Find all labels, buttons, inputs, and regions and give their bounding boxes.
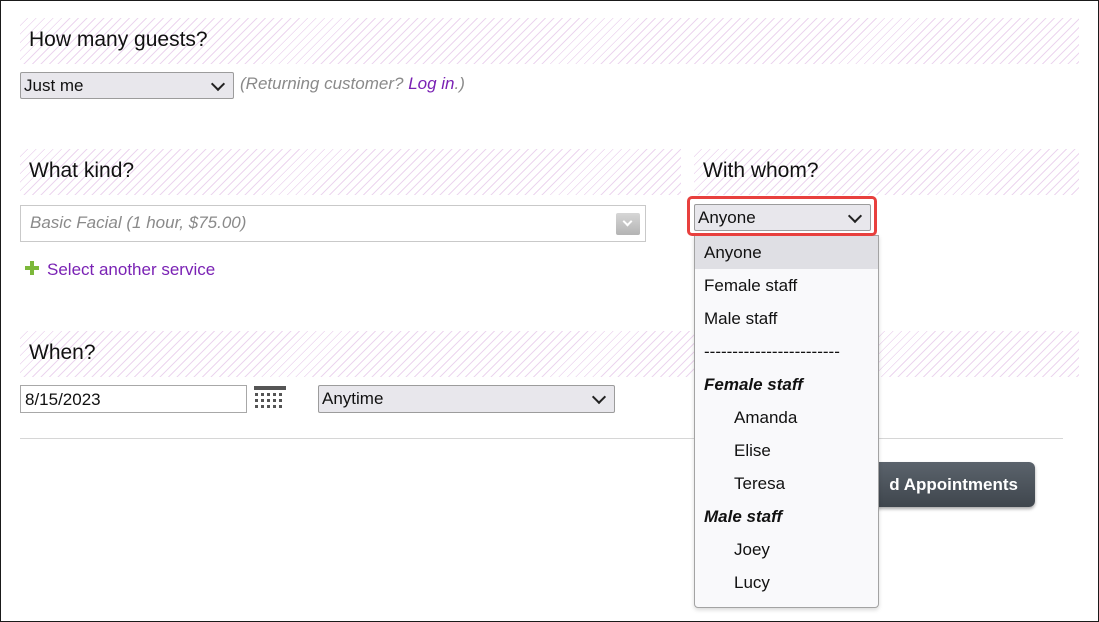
guests-select[interactable]: Just me <box>20 72 234 99</box>
dropdown-option-label: Male staff <box>704 309 778 328</box>
dropdown-group-label: Female staff <box>695 368 878 401</box>
guests-select-value: Just me <box>24 76 84 95</box>
service-dropdown-button[interactable] <box>616 213 640 235</box>
dropdown-option-label: Teresa <box>734 474 786 493</box>
guests-section-header: How many guests? <box>20 18 1079 64</box>
section-divider <box>20 438 1063 439</box>
returning-customer-note: (Returning customer? Log in.) <box>240 74 465 94</box>
returning-suffix: .) <box>454 74 465 93</box>
date-input-value: 8/15/2023 <box>25 390 101 409</box>
dropdown-option[interactable]: Amanda <box>695 401 878 434</box>
time-select-value: Anytime <box>322 389 384 408</box>
staff-section-header: With whom? <box>694 149 1079 195</box>
when-heading: When? <box>29 341 96 364</box>
chevron-down-icon <box>591 389 607 405</box>
dropdown-option-label: Elise <box>734 441 771 460</box>
dropdown-option-label: Anyone <box>704 243 762 262</box>
chevron-down-icon <box>622 216 633 227</box>
plus-icon <box>25 261 39 275</box>
calendar-icon[interactable] <box>254 386 286 412</box>
dropdown-separator: ------------------------ <box>695 335 878 368</box>
service-heading: What kind? <box>29 159 135 182</box>
date-input[interactable]: 8/15/2023 <box>20 385 247 413</box>
dropdown-option-label: Amanda <box>734 408 798 427</box>
dropdown-option[interactable]: Female staff <box>695 269 878 302</box>
dropdown-option-label: Male staff <box>704 507 783 526</box>
login-link[interactable]: Log in <box>408 74 454 93</box>
dropdown-option-label: Lucy <box>734 573 770 592</box>
service-select-value: Basic Facial (1 hour, $75.00) <box>30 213 247 232</box>
dropdown-option[interactable]: Teresa <box>695 467 878 500</box>
dropdown-group-label: Male staff <box>695 500 878 533</box>
staff-heading: With whom? <box>703 159 819 182</box>
booking-form: How many guests? Just me (Returning cust… <box>0 0 1099 622</box>
dropdown-option-label: Joey <box>734 540 770 559</box>
select-another-service-link[interactable]: Select another service <box>47 260 215 280</box>
find-appointments-label: d Appointments <box>889 475 1018 494</box>
staff-dropdown-list: Anyone Female staff Male staff ------------… <box>694 235 879 608</box>
time-select[interactable]: Anytime <box>318 385 615 413</box>
staff-select-highlight <box>687 196 877 236</box>
dropdown-option[interactable]: Elise <box>695 434 878 467</box>
chevron-down-icon <box>210 76 226 92</box>
guests-heading: How many guests? <box>29 28 208 51</box>
dropdown-option[interactable]: Lucy <box>695 566 878 599</box>
dropdown-option-label: Female staff <box>704 276 798 295</box>
service-select[interactable]: Basic Facial (1 hour, $75.00) <box>20 205 646 242</box>
service-section-header: What kind? <box>20 149 681 195</box>
returning-prefix: (Returning customer? <box>240 74 409 93</box>
dropdown-option[interactable]: Male staff <box>695 302 878 335</box>
when-section-header: When? <box>20 331 1079 377</box>
dropdown-option[interactable]: Joey <box>695 533 878 566</box>
dropdown-option-label: ------------------------ <box>704 342 840 361</box>
dropdown-option[interactable]: Anyone <box>695 236 878 269</box>
dropdown-option-label: Female staff <box>704 375 803 394</box>
